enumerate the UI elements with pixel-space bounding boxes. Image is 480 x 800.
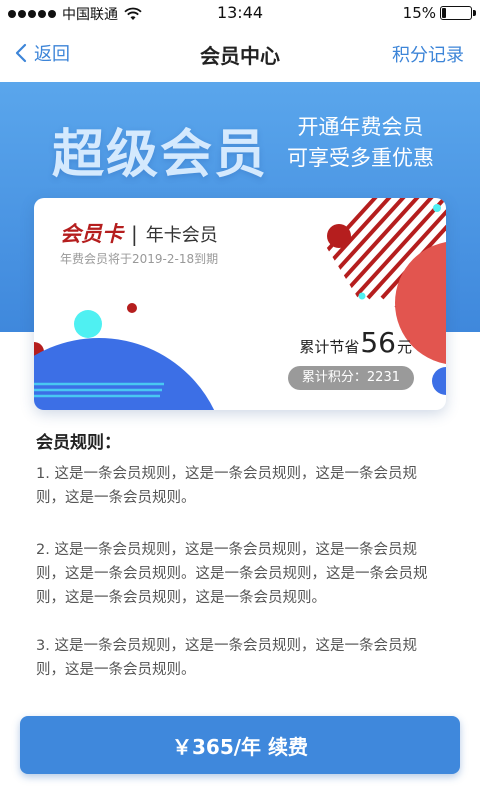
banner-title: 超级会员 — [52, 125, 269, 185]
dot-red-large — [327, 224, 351, 248]
rule-item: 3. 这是一条会员规则，这是一条会员规则，这是一条会员规则，这是一条会员规则。 — [36, 638, 417, 678]
card-separator: | — [131, 222, 138, 246]
status-bar: 中国联通 13:44 15% — [0, 0, 480, 26]
savings-amount: 56 — [360, 326, 396, 359]
points-record-link[interactable]: 积分记录 — [392, 41, 464, 67]
banner-subtitle: 开通年费会员 可享受多重优惠 — [287, 112, 434, 174]
card-type: 年卡会员 — [145, 225, 218, 246]
card-brand: 会员卡 — [60, 221, 123, 246]
battery-percent: 15% — [402, 4, 436, 22]
card-title-row: 会员卡 | 年卡会员 — [60, 218, 218, 248]
points-badge: 累计积分：2231 — [287, 366, 414, 390]
dot-cyan-large — [74, 310, 102, 338]
blue-semicircle — [34, 338, 215, 410]
membership-card: 会员卡 | 年卡会员 年费会员将于2019-2-18到期 累计节省 56 元 累… — [34, 198, 446, 410]
banner-subtitle-line2: 可享受多重优惠 — [287, 146, 434, 170]
dot-cyan-small-top — [433, 204, 441, 212]
banner-subtitle-line1: 开通年费会员 — [297, 115, 424, 139]
dot-cyan-small — [358, 292, 366, 300]
savings-summary: 累计节省 56 元 — [299, 326, 412, 359]
savings-prefix: 累计节省 — [299, 338, 360, 356]
rules-heading: 会员规则： — [36, 433, 121, 453]
navigation-bar: 返回 会员中心 积分记录 — [0, 26, 480, 82]
dot-red-small — [127, 303, 137, 313]
back-button[interactable]: 返回 — [14, 40, 70, 66]
battery-icon — [440, 6, 476, 20]
back-label: 返回 — [34, 44, 70, 65]
rule-item: 2. 这是一条会员规则，这是一条会员规则，这是一条会员规则，这是一条会员规则。这… — [36, 542, 428, 606]
back-chevron-icon — [15, 43, 27, 63]
card-expiry: 年费会员将于2019-2-18到期 — [60, 252, 219, 266]
battery-level — [442, 8, 446, 18]
savings-unit: 元 — [396, 338, 412, 356]
dot-blue-edge — [432, 367, 446, 395]
rule-item: 1. 这是一条会员规则，这是一条会员规则，这是一条会员规则，这是一条会员规则。 — [36, 466, 417, 506]
renew-button[interactable]: ￥365/年 续费 — [20, 716, 460, 774]
status-right: 15% — [402, 4, 476, 22]
